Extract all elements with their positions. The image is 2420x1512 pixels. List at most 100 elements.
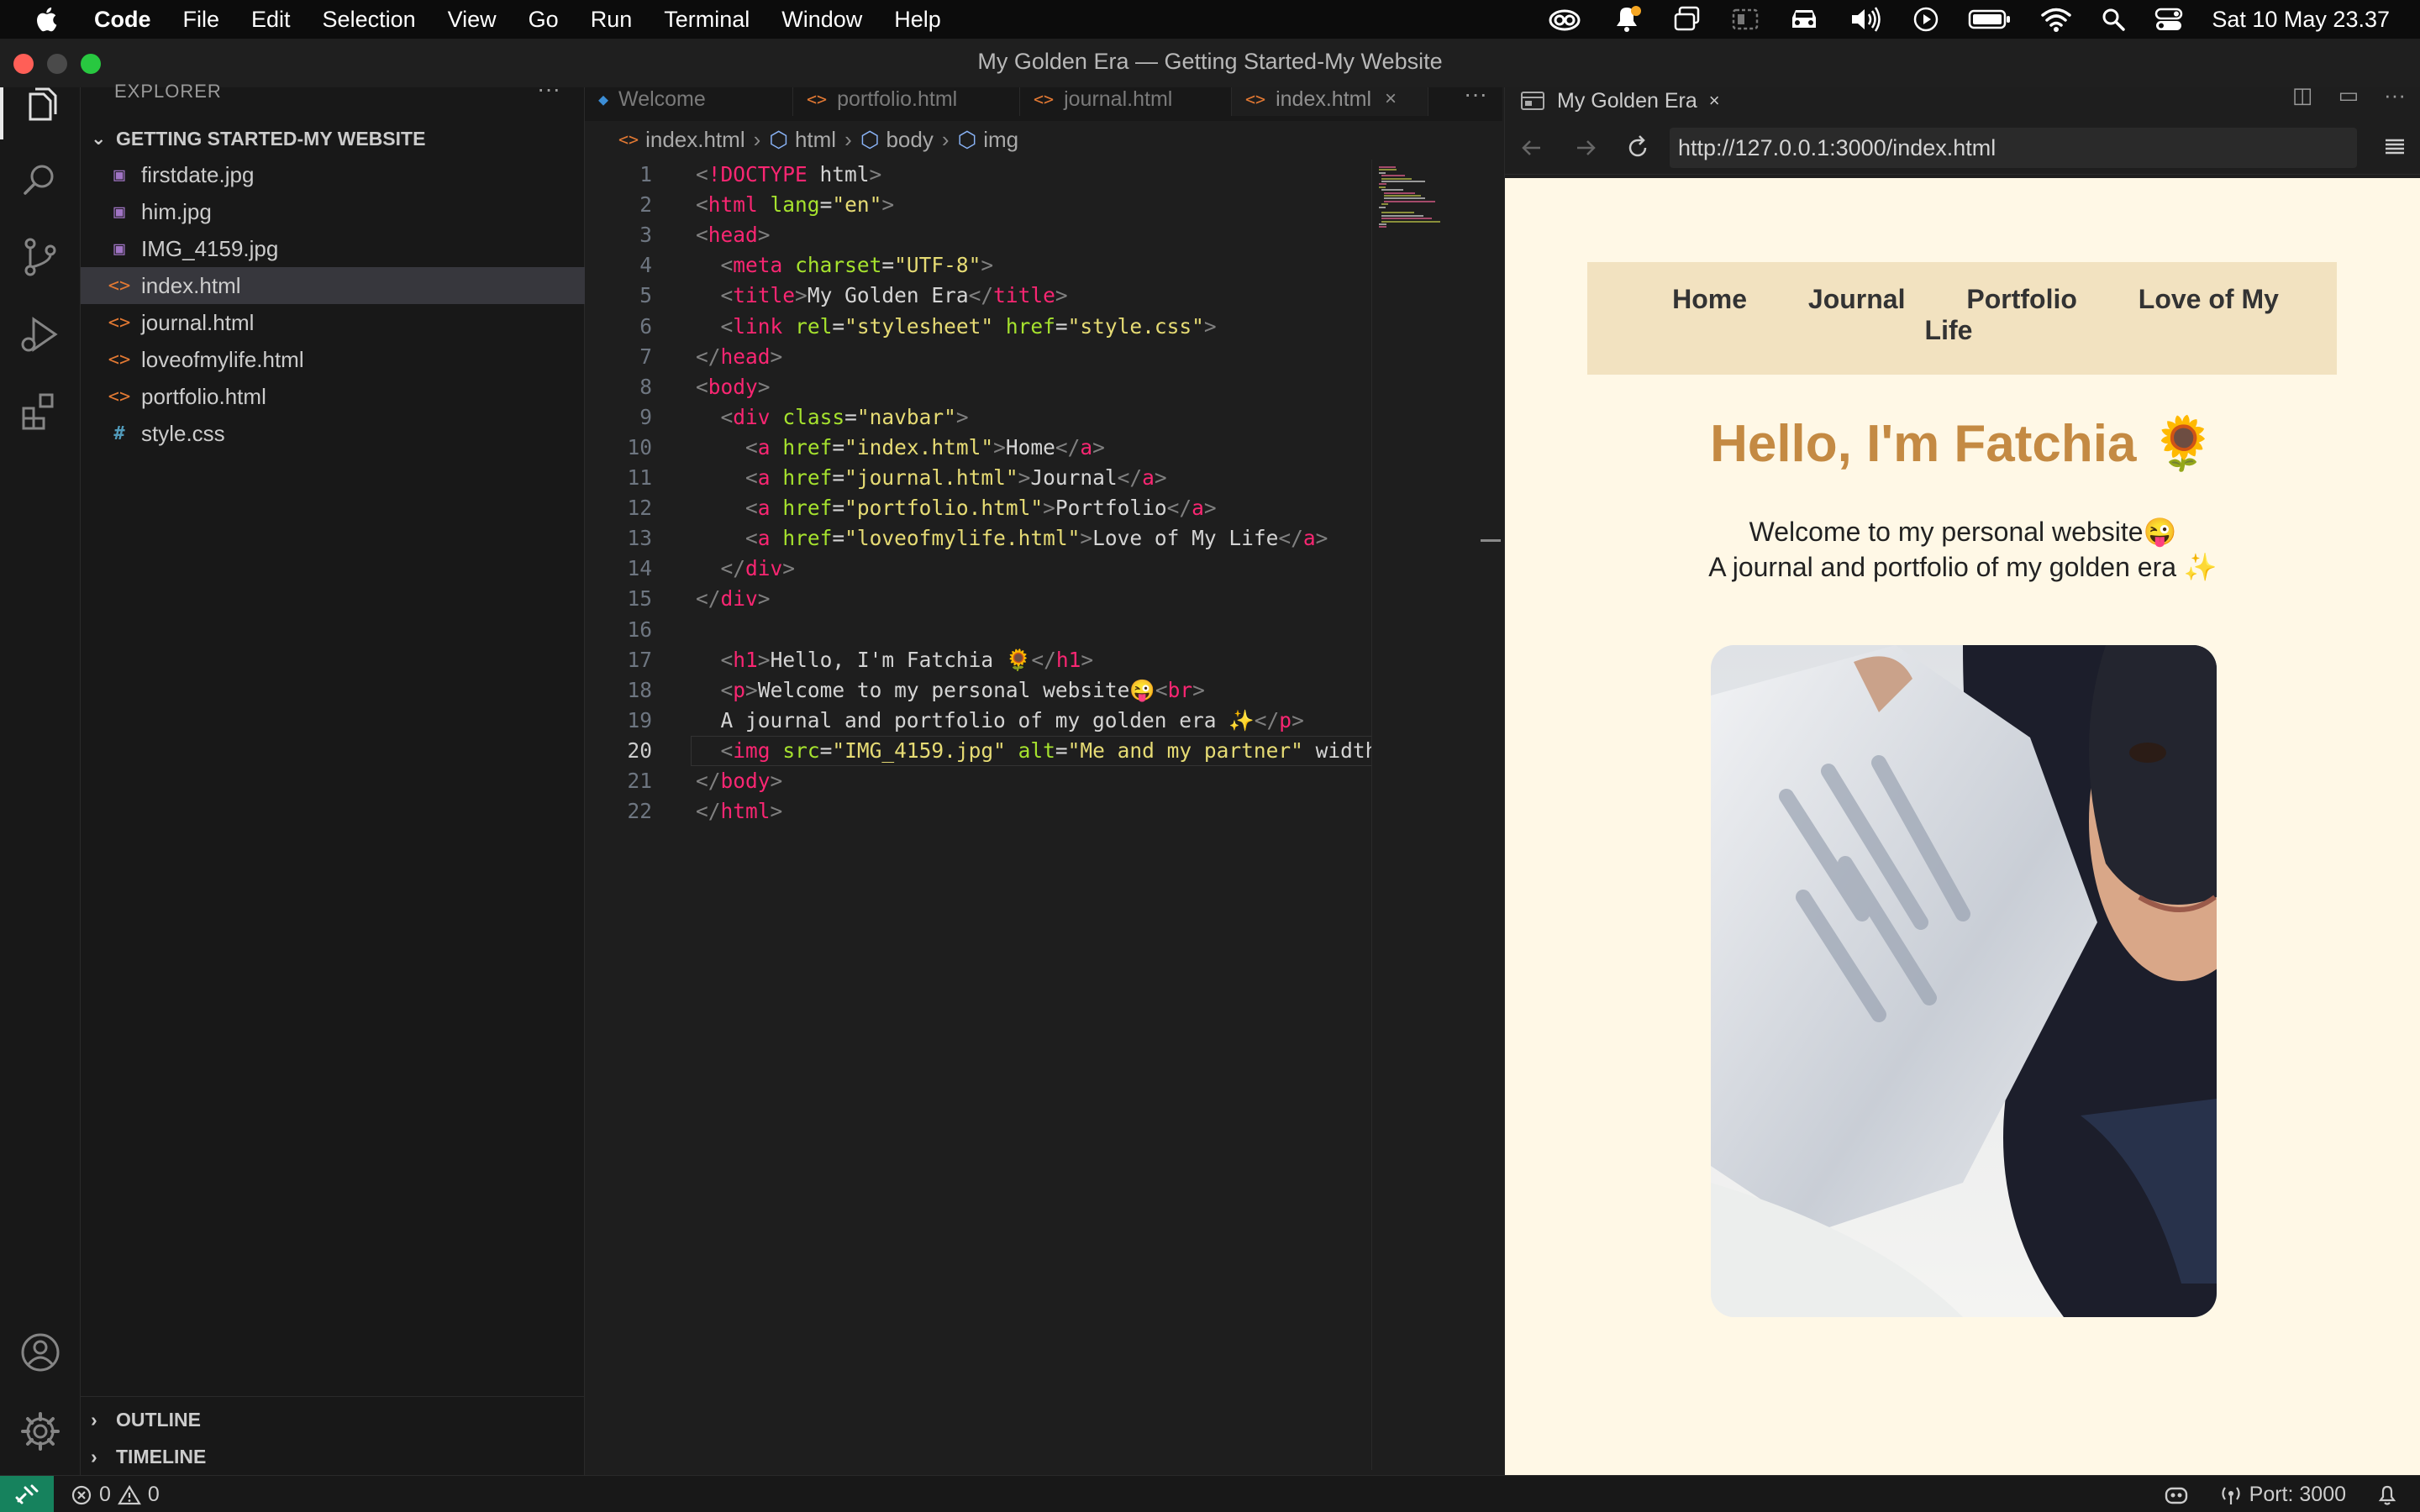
file-item-style-css[interactable]: # style.css xyxy=(81,415,585,452)
code-line[interactable]: 4 <meta charset="UTF-8"> xyxy=(585,250,1371,281)
file-item-index-html[interactable]: <> index.html xyxy=(81,267,585,304)
code-line[interactable]: 2 <html lang="en"> xyxy=(585,190,1371,220)
forward-arrow-icon[interactable] xyxy=(1570,133,1601,163)
split-editor-icon[interactable]: ◫ xyxy=(2292,82,2313,108)
code-line[interactable]: 15 </div> xyxy=(585,584,1371,614)
browser-tab[interactable]: My Golden Era × xyxy=(1520,84,1720,118)
file-item-portfolio-html[interactable]: <> portfolio.html xyxy=(81,378,585,415)
reload-icon[interactable] xyxy=(1623,133,1653,163)
breadcrumb-item-html[interactable]: html xyxy=(795,127,836,153)
tab-label: portfolio.html xyxy=(837,87,958,111)
menu-selection[interactable]: Selection xyxy=(323,7,416,33)
tab-close-icon[interactable]: × xyxy=(1385,87,1397,111)
hamburger-menu-icon[interactable] xyxy=(2382,134,2407,160)
code-line[interactable]: 6 <link rel="stylesheet" href="style.css… xyxy=(585,312,1371,342)
code-line[interactable]: 7 </head> xyxy=(585,342,1371,372)
tab-journal-html[interactable]: <> journal.html xyxy=(1020,87,1232,116)
screen-mirror-icon[interactable] xyxy=(1731,6,1760,33)
tab-index-html[interactable]: <> index.html × xyxy=(1232,87,1428,116)
menu-help[interactable]: Help xyxy=(894,7,941,33)
menu-app-name[interactable]: Code xyxy=(94,7,151,33)
problems-indicator[interactable]: 0 0 xyxy=(71,1483,160,1507)
code-line[interactable]: 8 <body> xyxy=(585,372,1371,402)
code-line[interactable]: 20 <img src="IMG_4159.jpg" alt="Me and m… xyxy=(585,736,1371,766)
code-text-area[interactable]: 1 <!DOCTYPE html> 2 <html lang="en"> 3 <head>… xyxy=(585,160,1371,1470)
code-line[interactable]: 3 <head> xyxy=(585,220,1371,250)
code-text: </div> xyxy=(696,586,771,612)
source-control-icon[interactable] xyxy=(18,235,62,279)
apple-logo-icon[interactable] xyxy=(34,5,62,34)
code-line[interactable]: 11 <a href="journal.html">Journal</a> xyxy=(585,463,1371,493)
url-input[interactable]: http://127.0.0.1:3000/index.html xyxy=(1670,128,2357,168)
code-line[interactable]: 18 <p>Welcome to my personal website😜<br… xyxy=(585,675,1371,706)
breadcrumb-item-img[interactable]: img xyxy=(983,127,1018,153)
copilot-icon[interactable] xyxy=(2164,1483,2189,1507)
code-line[interactable]: 1 <!DOCTYPE html> xyxy=(585,160,1371,190)
site-intro-line-2: A journal and portfolio of my golden era… xyxy=(1708,552,2217,582)
browser-tab-close-icon[interactable]: × xyxy=(1709,90,1720,112)
breadcrumb-item-file[interactable]: index.html xyxy=(645,127,745,153)
volume-icon[interactable] xyxy=(1849,6,1884,33)
code-line[interactable]: 5 <title>My Golden Era</title> xyxy=(585,281,1371,311)
timeline-label: TIMELINE xyxy=(116,1445,207,1467)
file-item-loveofmylife-html[interactable]: <> loveofmylife.html xyxy=(81,341,585,378)
settings-gear-icon[interactable] xyxy=(18,1410,62,1453)
battery-icon[interactable] xyxy=(1968,8,2012,31)
menu-go[interactable]: Go xyxy=(529,7,559,33)
code-line[interactable]: 9 <div class="navbar"> xyxy=(585,402,1371,433)
notification-bell-icon[interactable] xyxy=(1610,4,1644,34)
minimap[interactable] xyxy=(1371,160,1484,1470)
creative-cloud-icon[interactable] xyxy=(1548,5,1581,34)
file-item-him-jpg[interactable]: ▣ him.jpg xyxy=(81,193,585,230)
workspace-folder[interactable]: ⌄ GETTING STARTED-MY WEBSITE xyxy=(81,123,585,155)
tab-portfolio-html[interactable]: <> portfolio.html xyxy=(793,87,1020,116)
explorer-files-icon[interactable] xyxy=(18,86,62,129)
window-stack-icon[interactable] xyxy=(1672,5,1702,34)
menu-window[interactable]: Window xyxy=(781,7,862,33)
file-item-img-4159-jpg[interactable]: ▣ IMG_4159.jpg xyxy=(81,230,585,267)
notifications-bell-icon[interactable] xyxy=(2376,1483,2398,1507)
explorer-more-actions-icon[interactable]: ··· xyxy=(537,76,560,102)
editor-more-actions-icon[interactable]: ··· xyxy=(1464,87,1487,108)
live-server-port[interactable]: Port: 3000 xyxy=(2219,1483,2346,1507)
menu-run[interactable]: Run xyxy=(591,7,633,33)
site-nav-portfolio-link[interactable]: Portfolio xyxy=(1966,284,2077,314)
toggle-layout-icon[interactable]: ▭ xyxy=(2338,82,2359,108)
remote-window-button[interactable] xyxy=(0,1476,54,1512)
site-nav-journal-link[interactable]: Journal xyxy=(1808,284,1906,314)
timeline-section-header[interactable]: › TIMELINE xyxy=(81,1440,585,1473)
menu-file[interactable]: File xyxy=(183,7,220,33)
spotlight-search-icon[interactable] xyxy=(2101,7,2126,32)
code-line[interactable]: 21 </body> xyxy=(585,766,1371,796)
code-line[interactable]: 10 <a href="index.html">Home</a> xyxy=(585,433,1371,463)
search-icon[interactable] xyxy=(18,158,62,202)
file-item-firstdate-jpg[interactable]: ▣ firstdate.jpg xyxy=(81,156,585,193)
menu-terminal[interactable]: Terminal xyxy=(664,7,750,33)
menu-edit[interactable]: Edit xyxy=(251,7,291,33)
code-line[interactable]: 16 xyxy=(585,615,1371,645)
menu-bar-clock[interactable]: Sat 10 May 23.37 xyxy=(2212,7,2390,33)
run-and-debug-icon[interactable] xyxy=(18,312,62,356)
extensions-icon[interactable] xyxy=(18,390,62,433)
menu-view[interactable]: View xyxy=(448,7,497,33)
play-circle-icon[interactable] xyxy=(1912,6,1939,33)
code-line[interactable]: 22 </html> xyxy=(585,796,1371,827)
back-arrow-icon[interactable] xyxy=(1517,133,1547,163)
browser-more-actions-icon[interactable]: ··· xyxy=(2384,82,2406,108)
code-line[interactable]: 14 </div> xyxy=(585,554,1371,584)
code-line[interactable]: 19 A journal and portfolio of my golden … xyxy=(585,706,1371,736)
tab-welcome[interactable]: ◆ Welcome xyxy=(585,87,793,116)
code-line[interactable]: 17 <h1>Hello, I'm Fatchia 🌻</h1> xyxy=(585,645,1371,675)
outline-section-header[interactable]: › OUTLINE xyxy=(81,1403,585,1436)
code-line[interactable]: 13 <a href="loveofmylife.html">Love of M… xyxy=(585,523,1371,554)
breadcrumb-item-body[interactable]: body xyxy=(886,127,933,153)
wifi-icon[interactable] xyxy=(2040,7,2072,32)
accounts-icon[interactable] xyxy=(18,1331,62,1374)
element-cube-icon: ⬡ xyxy=(769,126,788,152)
car-icon[interactable] xyxy=(1788,6,1820,33)
site-nav-home-link[interactable]: Home xyxy=(1672,284,1747,314)
code-line[interactable]: 12 <a href="portfolio.html">Portfolio</a… xyxy=(585,493,1371,523)
tab-label: Welcome xyxy=(618,87,706,111)
control-center-icon[interactable] xyxy=(2154,7,2183,32)
file-item-journal-html[interactable]: <> journal.html xyxy=(81,304,585,341)
